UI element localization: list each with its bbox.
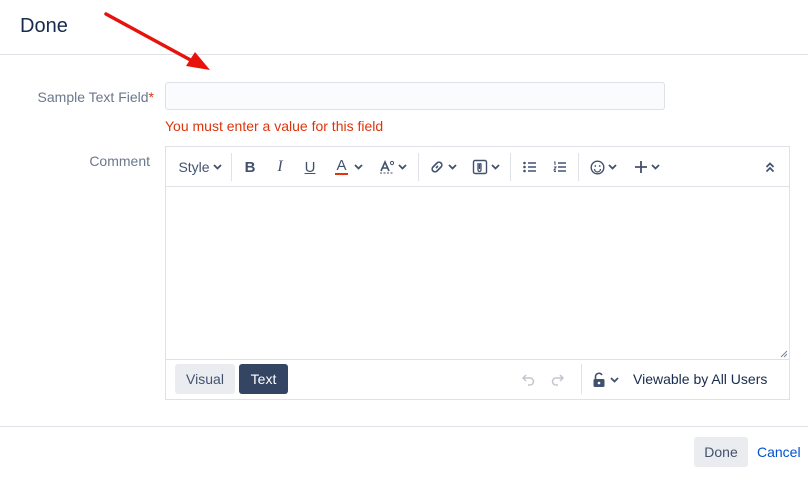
toolbar-divider [578, 153, 579, 181]
lock-icon [593, 372, 605, 387]
chevron-down-icon [398, 164, 407, 170]
attachment-button[interactable] [470, 155, 502, 179]
field-error-message: You must enter a value for this field [165, 118, 384, 134]
editor-toolbar: Style B I U A [166, 147, 789, 187]
bold-button[interactable]: B [240, 155, 260, 179]
bullet-list-button[interactable] [520, 155, 540, 179]
link-icon [431, 161, 443, 173]
chevron-down-icon [651, 164, 660, 170]
italic-button[interactable]: I [270, 155, 290, 179]
sample-text-field-input[interactable] [165, 82, 665, 110]
comment-editor: Style B I U A Visual Text Viewable by Al… [165, 146, 790, 400]
comment-label: Comment [89, 153, 150, 169]
cancel-link[interactable]: Cancel [757, 444, 801, 460]
annotation-arrow [104, 12, 210, 70]
visual-mode-button[interactable]: Visual [175, 364, 235, 394]
editor-footer: Visual Text Viewable by All Users [166, 360, 789, 399]
undo-icon[interactable] [520, 372, 536, 388]
dialog-title: Done [20, 15, 68, 37]
toolbar-divider [418, 153, 419, 181]
chevron-down-icon [610, 377, 619, 383]
chevron-down-icon [607, 164, 617, 170]
text-mode-button[interactable]: Text [239, 364, 288, 394]
underline-button[interactable]: U [300, 155, 320, 179]
emoji-button[interactable] [588, 155, 618, 179]
sample-text-field-label-text: Sample Text Field [37, 89, 149, 105]
required-marker: * [148, 89, 154, 105]
text-color-icon: A [335, 157, 348, 175]
toolbar-divider [510, 153, 511, 181]
chevron-down-icon [448, 164, 457, 170]
text-format-icon [380, 160, 395, 174]
bullet-list-icon [523, 161, 536, 173]
sample-text-field-label: Sample Text Field* [38, 89, 154, 105]
insert-more-button[interactable] [632, 155, 662, 179]
visibility-label: Viewable by All Users [633, 371, 768, 387]
more-formatting-button[interactable] [378, 155, 408, 179]
footer-divider [581, 364, 582, 394]
resize-handle-icon[interactable] [780, 350, 788, 358]
text-color-button[interactable]: A [332, 155, 366, 179]
toolbar-divider [231, 153, 232, 181]
chevron-down-icon [491, 164, 500, 170]
style-dropdown[interactable]: Style [176, 155, 224, 179]
done-button[interactable]: Done [694, 437, 748, 467]
collapse-toolbar-button[interactable] [760, 155, 780, 179]
chevron-down-icon [212, 164, 222, 170]
style-label: Style [178, 159, 210, 175]
dialog: Done Sample Text Field* You must enter a… [0, 0, 808, 478]
numbered-list-button[interactable] [550, 155, 570, 179]
dialog-footer: Done Cancel [0, 426, 808, 478]
numbered-list-icon [553, 161, 566, 172]
attachment-icon [472, 159, 488, 175]
redo-icon[interactable] [550, 372, 566, 388]
emoji-icon [589, 159, 605, 175]
visibility-dropdown[interactable] [592, 371, 622, 389]
collapse-icon [765, 161, 775, 172]
comment-textarea[interactable] [166, 187, 789, 360]
plus-icon [635, 161, 647, 173]
chevron-down-icon [353, 164, 363, 170]
link-button[interactable] [428, 155, 458, 179]
